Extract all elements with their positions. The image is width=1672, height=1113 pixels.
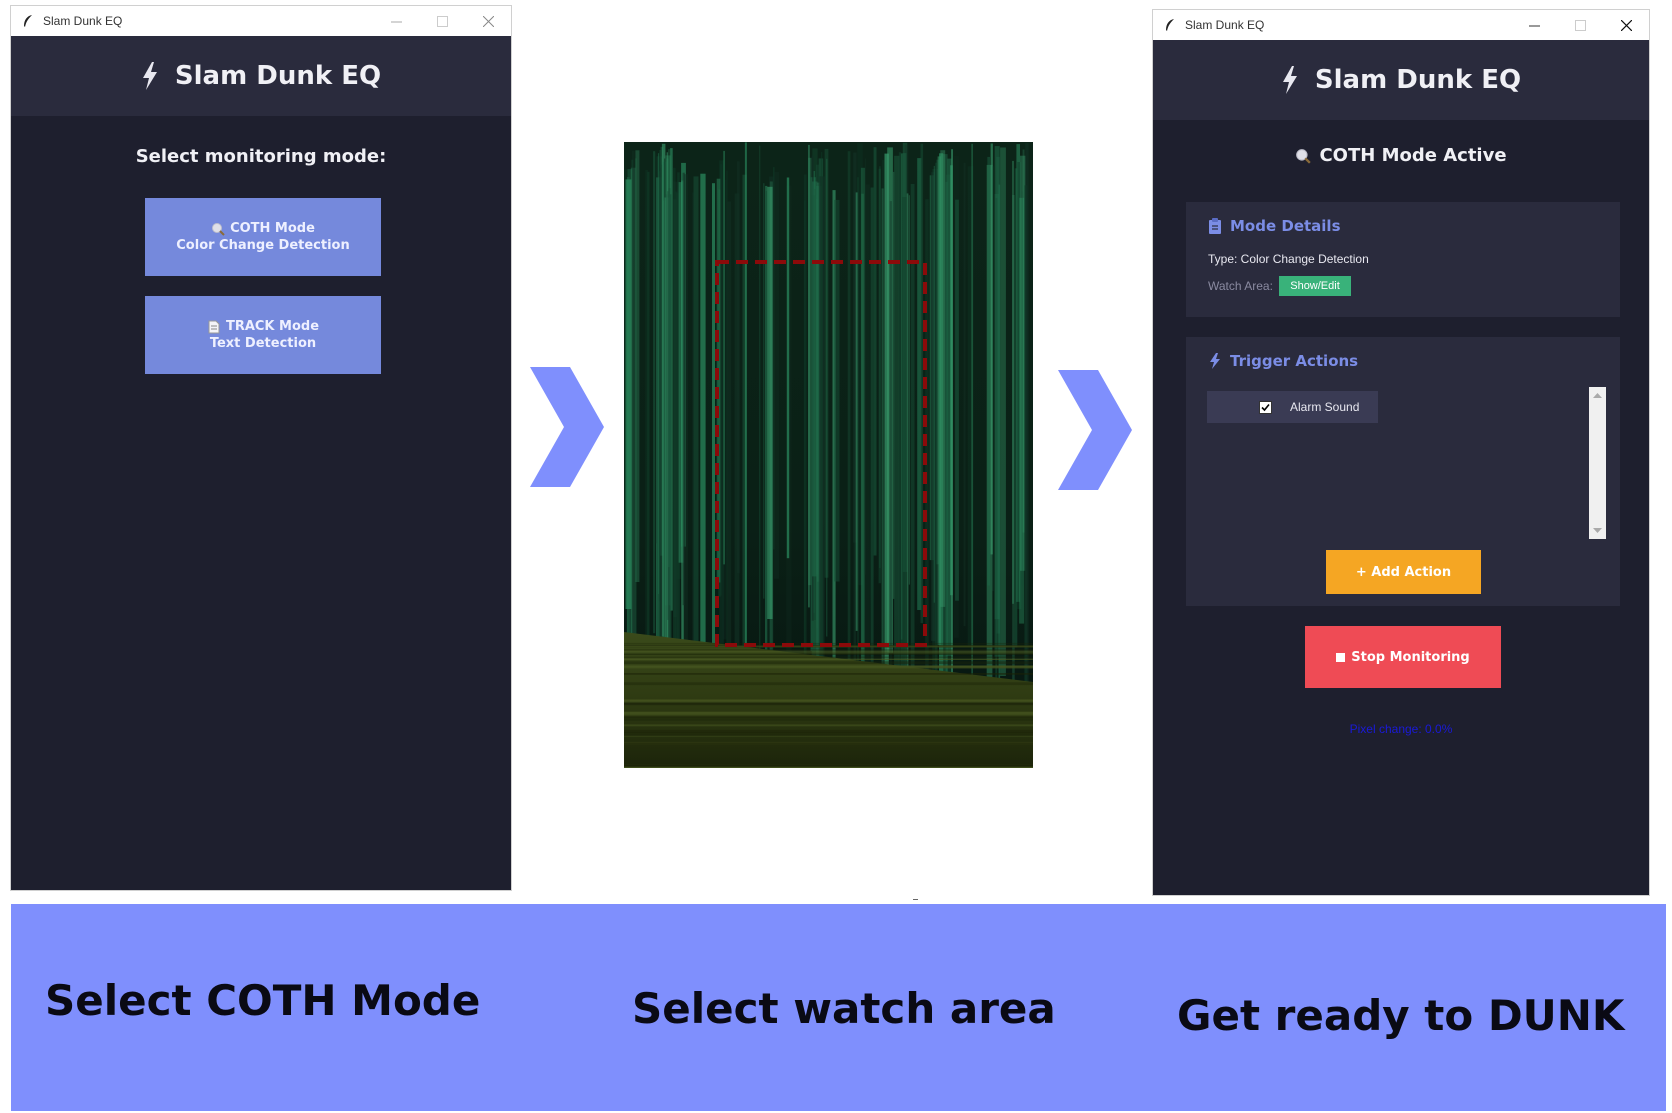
step-1-label: Select COTH Mode	[45, 976, 481, 1025]
steps-banner: Select COTH Mode Select watch area Get r…	[11, 904, 1666, 1111]
magnifier-icon	[212, 222, 225, 236]
stop-monitoring-label: Stop Monitoring	[1351, 649, 1470, 665]
magnifier-icon	[1296, 148, 1312, 164]
maximize-button[interactable]	[419, 6, 465, 36]
mode-type: Type: Color Change Detection	[1208, 252, 1369, 266]
action-item-label: Alarm Sound	[1290, 400, 1360, 414]
app-header: Slam Dunk EQ	[11, 36, 511, 116]
step-2-label: Select watch area	[632, 984, 1056, 1033]
window-title: Slam Dunk EQ	[1185, 18, 1265, 32]
bolt-icon	[1210, 353, 1220, 369]
track-mode-sublabel: Text Detection	[209, 336, 317, 351]
actions-scrollbar[interactable]	[1589, 387, 1606, 539]
mode-details-title: Mode Details	[1230, 217, 1341, 235]
window-titlebar: Slam Dunk EQ	[11, 6, 511, 36]
add-action-button[interactable]: + Add Action	[1326, 550, 1481, 594]
minimize-button[interactable]	[373, 6, 419, 36]
show-edit-button[interactable]: Show/Edit	[1279, 276, 1351, 296]
feather-icon	[24, 15, 32, 27]
maximize-icon	[436, 15, 448, 27]
trigger-actions-heading: Trigger Actions	[1208, 352, 1358, 370]
watch-area-label: Watch Area:	[1208, 279, 1273, 293]
close-icon	[482, 15, 494, 27]
minimize-icon	[1528, 25, 1540, 26]
coth-mode-button[interactable]: COTH Mode Color Change Detection	[145, 198, 381, 276]
select-mode-prompt: Select monitoring mode:	[135, 146, 387, 167]
checkbox-icon[interactable]	[1259, 400, 1272, 414]
maximize-icon	[1574, 19, 1586, 31]
app-title: Slam Dunk EQ	[174, 61, 382, 91]
clipboard-icon	[1209, 218, 1221, 234]
track-mode-label: TRACK Mode	[225, 319, 320, 334]
maximize-button[interactable]	[1557, 10, 1603, 40]
action-item-alarm-sound[interactable]: Alarm Sound	[1207, 391, 1378, 423]
bolt-icon	[142, 62, 157, 90]
stop-monitoring-button[interactable]: Stop Monitoring	[1305, 626, 1501, 688]
monitoring-window: Slam Dunk EQ Slam Dunk EQ COTH Mode Acti…	[1152, 9, 1650, 896]
app-header: Slam Dunk EQ	[1153, 40, 1649, 120]
step-3-label: Get ready to DUNK	[1177, 991, 1625, 1040]
window-title: Slam Dunk EQ	[43, 14, 123, 28]
divider-mark	[913, 899, 918, 900]
window-titlebar: Slam Dunk EQ	[1153, 10, 1649, 40]
pixel-change-readout: Pixel change: 0.0%	[1349, 722, 1453, 736]
chevron-right-icon	[530, 367, 604, 487]
close-button[interactable]	[465, 6, 511, 36]
coth-mode-sublabel: Color Change Detection	[176, 238, 350, 253]
mode-status: COTH Mode Active	[1153, 145, 1649, 166]
coth-mode-label: COTH Mode	[230, 221, 315, 236]
document-icon	[208, 320, 220, 333]
bolt-icon	[1282, 66, 1297, 94]
mode-status-text: COTH Mode Active	[1319, 145, 1507, 166]
mode-select-window: Slam Dunk EQ Slam Dunk EQ Select monitor…	[10, 5, 512, 891]
close-icon	[1620, 19, 1632, 31]
stop-square-icon	[1336, 652, 1346, 662]
game-view-image[interactable]	[624, 142, 1033, 768]
track-mode-button[interactable]: TRACK Mode Text Detection	[145, 296, 381, 374]
trigger-actions-panel: Trigger Actions Alarm Sound + Add Action	[1186, 337, 1620, 606]
app-title: Slam Dunk EQ	[1314, 65, 1522, 95]
trigger-actions-title: Trigger Actions	[1230, 352, 1359, 370]
mode-details-panel: Mode Details Type: Color Change Detectio…	[1186, 202, 1620, 317]
mode-details-heading: Mode Details	[1208, 217, 1341, 235]
close-button[interactable]	[1603, 10, 1649, 40]
chevron-right-icon	[1058, 370, 1132, 490]
minimize-button[interactable]	[1511, 10, 1557, 40]
feather-icon	[1166, 19, 1174, 31]
minimize-icon	[390, 21, 402, 22]
